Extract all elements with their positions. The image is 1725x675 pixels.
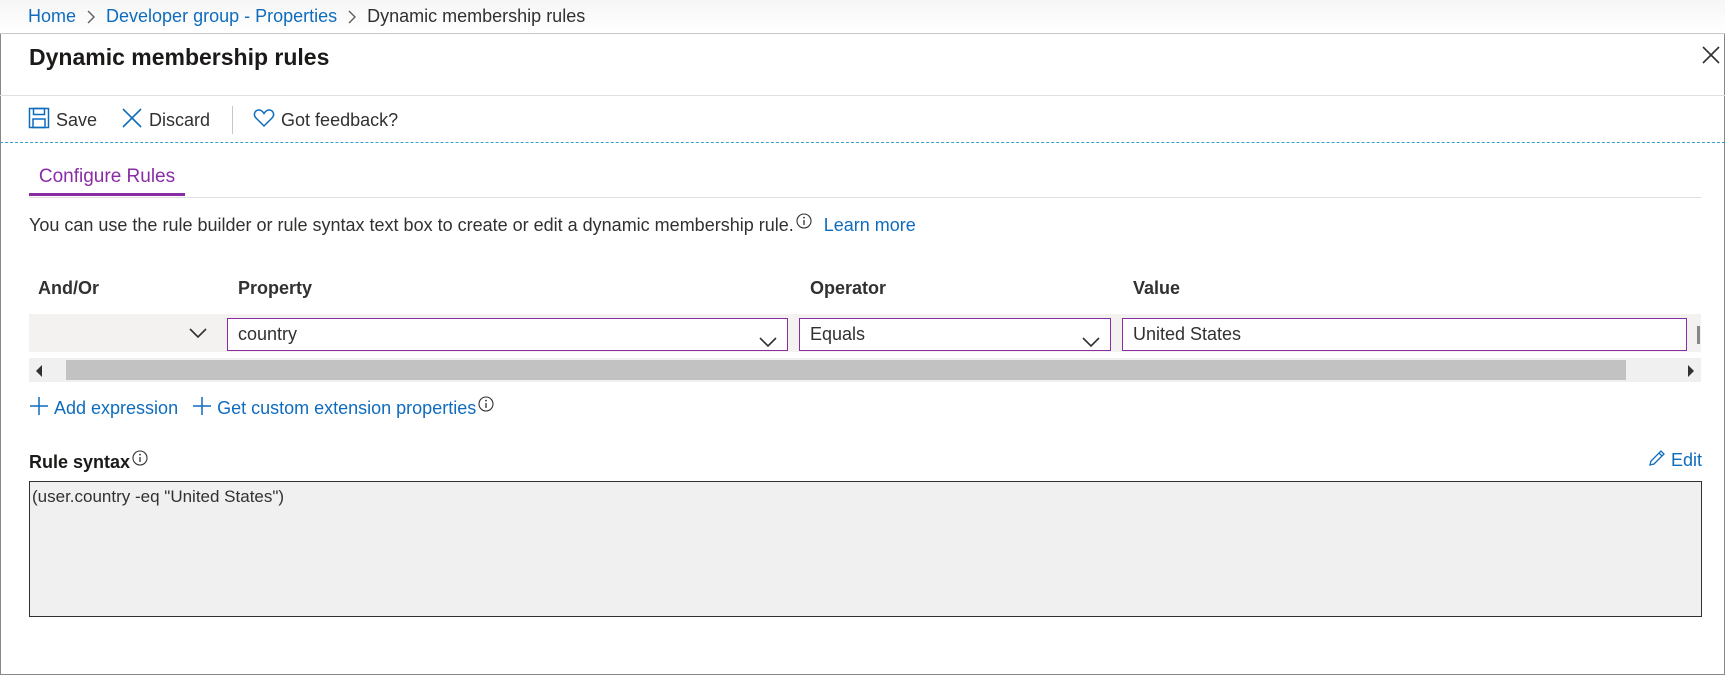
scrollbar-thumb[interactable] <box>66 360 1626 380</box>
operator-value: Equals <box>810 324 866 344</box>
edit-button[interactable]: Edit <box>1648 449 1702 472</box>
breadcrumb-current: Dynamic membership rules <box>367 6 586 26</box>
chevron-down-icon <box>759 327 777 358</box>
chevron-right-icon <box>86 10 96 24</box>
expression-actions: Add expression Get custom extension prop… <box>29 395 494 421</box>
pencil-icon <box>1648 449 1671 472</box>
close-icon[interactable] <box>1700 44 1722 66</box>
breadcrumb-parent[interactable]: Developer group - Properties <box>106 6 337 27</box>
breadcrumb-home[interactable]: Home <box>28 6 76 27</box>
property-select[interactable]: country <box>227 318 788 351</box>
description: You can use the rule builder or rule syn… <box>29 212 916 236</box>
save-button[interactable]: Save <box>28 107 97 134</box>
discard-icon <box>121 107 149 134</box>
info-icon[interactable] <box>132 449 148 466</box>
chevron-right-icon <box>347 10 357 24</box>
header-and-or: And/Or <box>38 278 99 298</box>
operator-select[interactable]: Equals <box>799 318 1111 351</box>
breadcrumb: Home Developer group - Properties Dynami… <box>0 0 1725 34</box>
property-value: country <box>238 324 298 344</box>
feedback-label: Got feedback? <box>281 109 399 130</box>
feedback-button[interactable]: Got feedback? <box>253 108 398 133</box>
plus-icon <box>29 396 54 421</box>
header-property: Property <box>238 278 313 298</box>
chevron-down-icon <box>1082 327 1100 358</box>
info-icon[interactable] <box>478 395 494 412</box>
value-input[interactable] <box>1122 318 1687 351</box>
discard-button[interactable]: Discard <box>121 107 210 134</box>
and-or-select[interactable] <box>29 318 215 350</box>
discard-label: Discard <box>149 109 211 130</box>
learn-more-link[interactable]: Learn more <box>824 215 916 236</box>
divider <box>0 95 1725 96</box>
toolbar-divider <box>232 106 234 134</box>
plus-icon <box>192 396 217 421</box>
header-value: Value <box>1133 278 1181 298</box>
rule-syntax-title: Rule syntax <box>29 452 131 472</box>
toolbar-separator <box>0 142 1725 143</box>
custom-extension-button[interactable]: Get custom extension properties <box>192 396 476 421</box>
save-label: Save <box>56 109 98 130</box>
rule-syntax-textbox[interactable]: (user.country -eq "United States") <box>29 481 1702 617</box>
scroll-left-icon[interactable] <box>35 364 43 382</box>
row-delete-edge <box>1697 326 1700 344</box>
custom-extension-label: Get custom extension properties <box>217 398 477 418</box>
header-operator: Operator <box>810 278 887 298</box>
add-expression-button[interactable]: Add expression <box>29 396 178 421</box>
info-icon[interactable] <box>796 212 812 229</box>
heart-icon <box>253 108 281 133</box>
add-expression-label: Add expression <box>54 398 179 418</box>
tab-configure-rules[interactable]: Configure Rules <box>29 162 185 196</box>
command-bar: Save Discard Got feedback? <box>28 104 398 136</box>
rule-syntax-label: Rule syntax <box>29 449 148 473</box>
chevron-down-icon <box>189 326 207 344</box>
edit-label: Edit <box>1671 450 1703 470</box>
save-icon <box>28 107 56 134</box>
page-title: Dynamic membership rules <box>29 44 330 70</box>
scroll-right-icon[interactable] <box>1687 364 1695 382</box>
description-text: You can use the rule builder or rule syn… <box>29 215 794 235</box>
tab-underline <box>29 197 1701 198</box>
horizontal-scrollbar[interactable] <box>29 358 1701 382</box>
